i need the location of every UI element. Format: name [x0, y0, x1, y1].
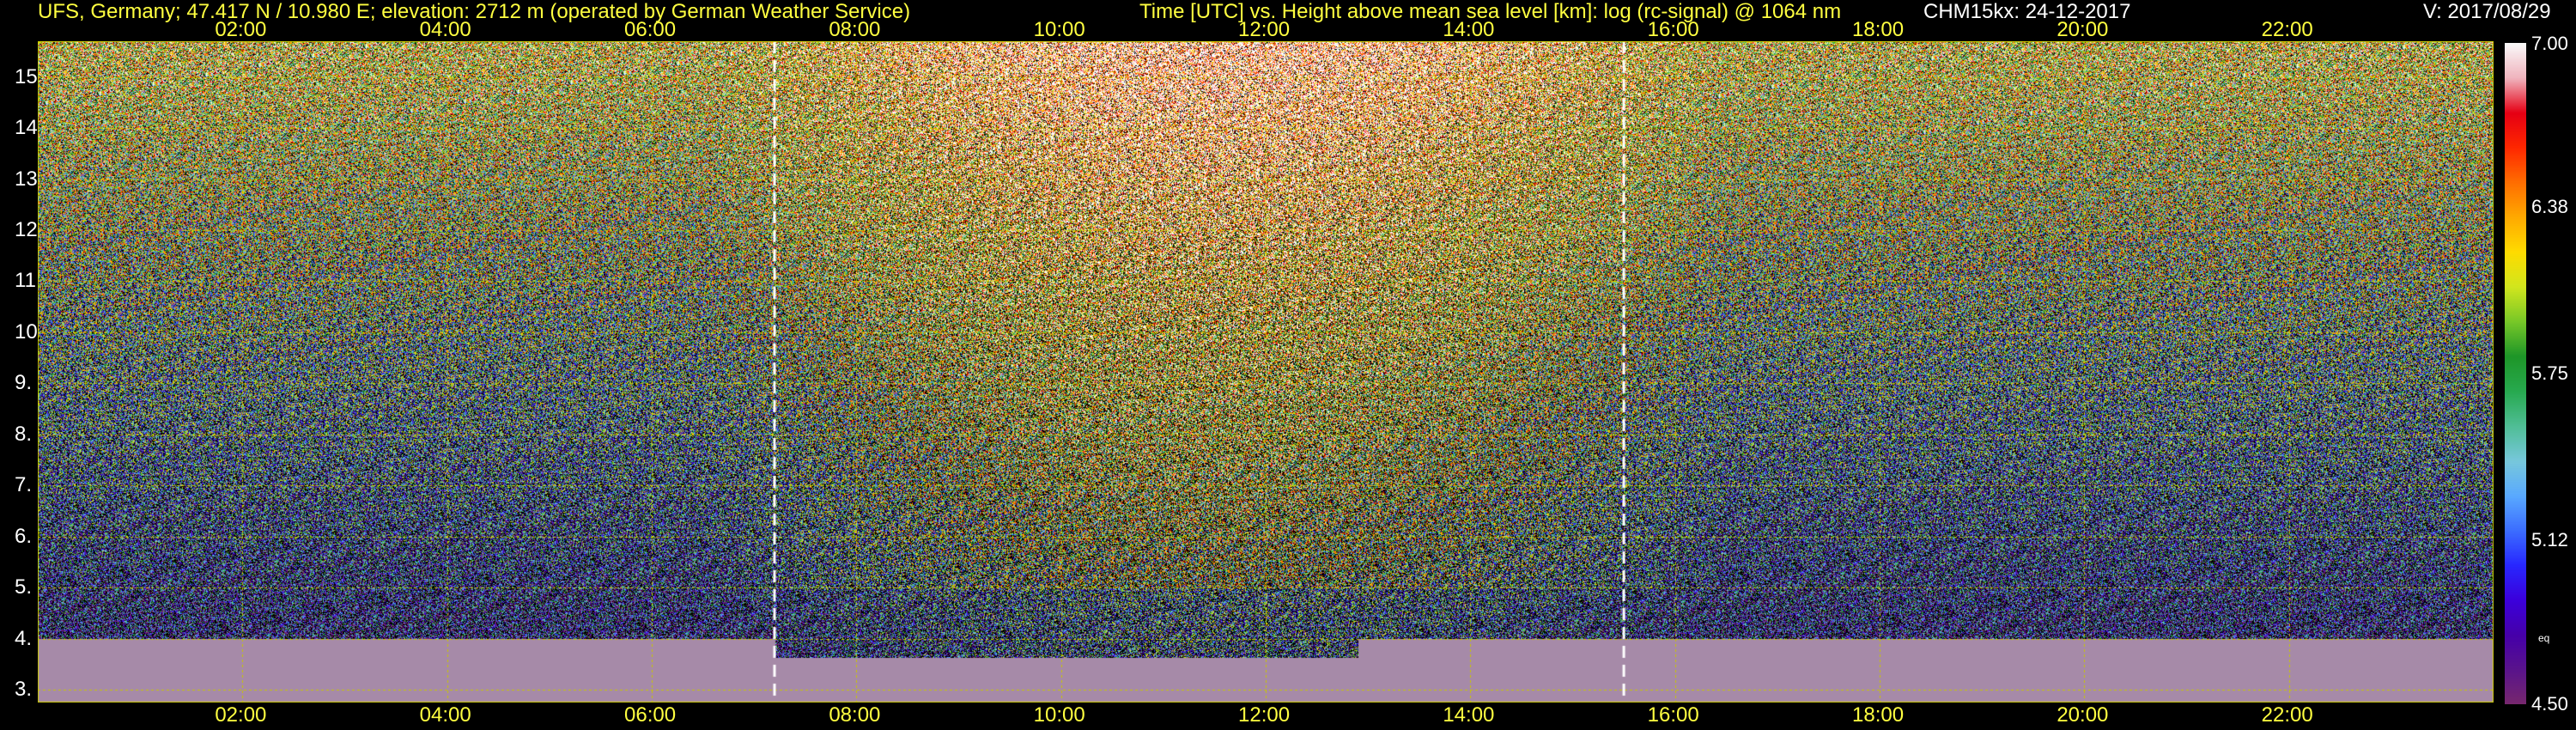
y-tick: 4.	[15, 626, 33, 650]
colorbar-tick: 6.38	[2531, 195, 2568, 217]
lidar-heatmap	[38, 41, 2494, 703]
version-label: V: 2017/08/29	[2423, 0, 2551, 23]
x-tick-top: 16:00	[1647, 18, 1699, 41]
y-tick: 6.	[15, 524, 33, 548]
x-tick-top: 12:00	[1238, 18, 1291, 41]
x-tick-bottom: 18:00	[1852, 703, 1905, 727]
colorbar-tick: 5.75	[2531, 362, 2568, 384]
x-tick-top: 08:00	[829, 18, 881, 41]
x-tick-top: 20:00	[2057, 18, 2109, 41]
colorbar-tick: 5.12	[2531, 529, 2568, 551]
x-tick-bottom: 16:00	[1647, 703, 1699, 727]
colorbar	[2505, 43, 2526, 704]
x-tick-bottom: 20:00	[2057, 703, 2109, 727]
x-tick-bottom: 14:00	[1443, 703, 1495, 727]
x-tick-bottom: 12:00	[1238, 703, 1291, 727]
x-tick-top: 10:00	[1033, 18, 1085, 41]
y-tick: 9.	[15, 371, 33, 395]
x-tick-bottom: 06:00	[624, 703, 677, 727]
y-tick: 3.	[15, 678, 33, 702]
x-tick-top: 02:00	[215, 18, 267, 41]
x-tick-top: 06:00	[624, 18, 677, 41]
colorbar-eq-label: eq	[2538, 632, 2550, 644]
x-tick-bottom: 02:00	[215, 703, 267, 727]
y-tick: 8.	[15, 422, 33, 446]
x-tick-bottom: 10:00	[1033, 703, 1085, 727]
x-tick-top: 18:00	[1852, 18, 1905, 41]
y-tick: 7.	[15, 473, 33, 497]
x-tick-top: 22:00	[2261, 18, 2313, 41]
x-tick-top: 14:00	[1443, 18, 1495, 41]
colorbar-tick: 7.00	[2531, 33, 2568, 54]
y-tick: 5.	[15, 575, 33, 599]
x-tick-bottom: 04:00	[419, 703, 471, 727]
x-tick-bottom: 22:00	[2261, 703, 2313, 727]
x-tick-top: 04:00	[419, 18, 471, 41]
colorbar-tick: 4.50	[2531, 693, 2568, 715]
station-info: UFS, Germany; 47.417 N / 10.980 E; eleva…	[38, 0, 911, 23]
x-tick-bottom: 08:00	[829, 703, 881, 727]
